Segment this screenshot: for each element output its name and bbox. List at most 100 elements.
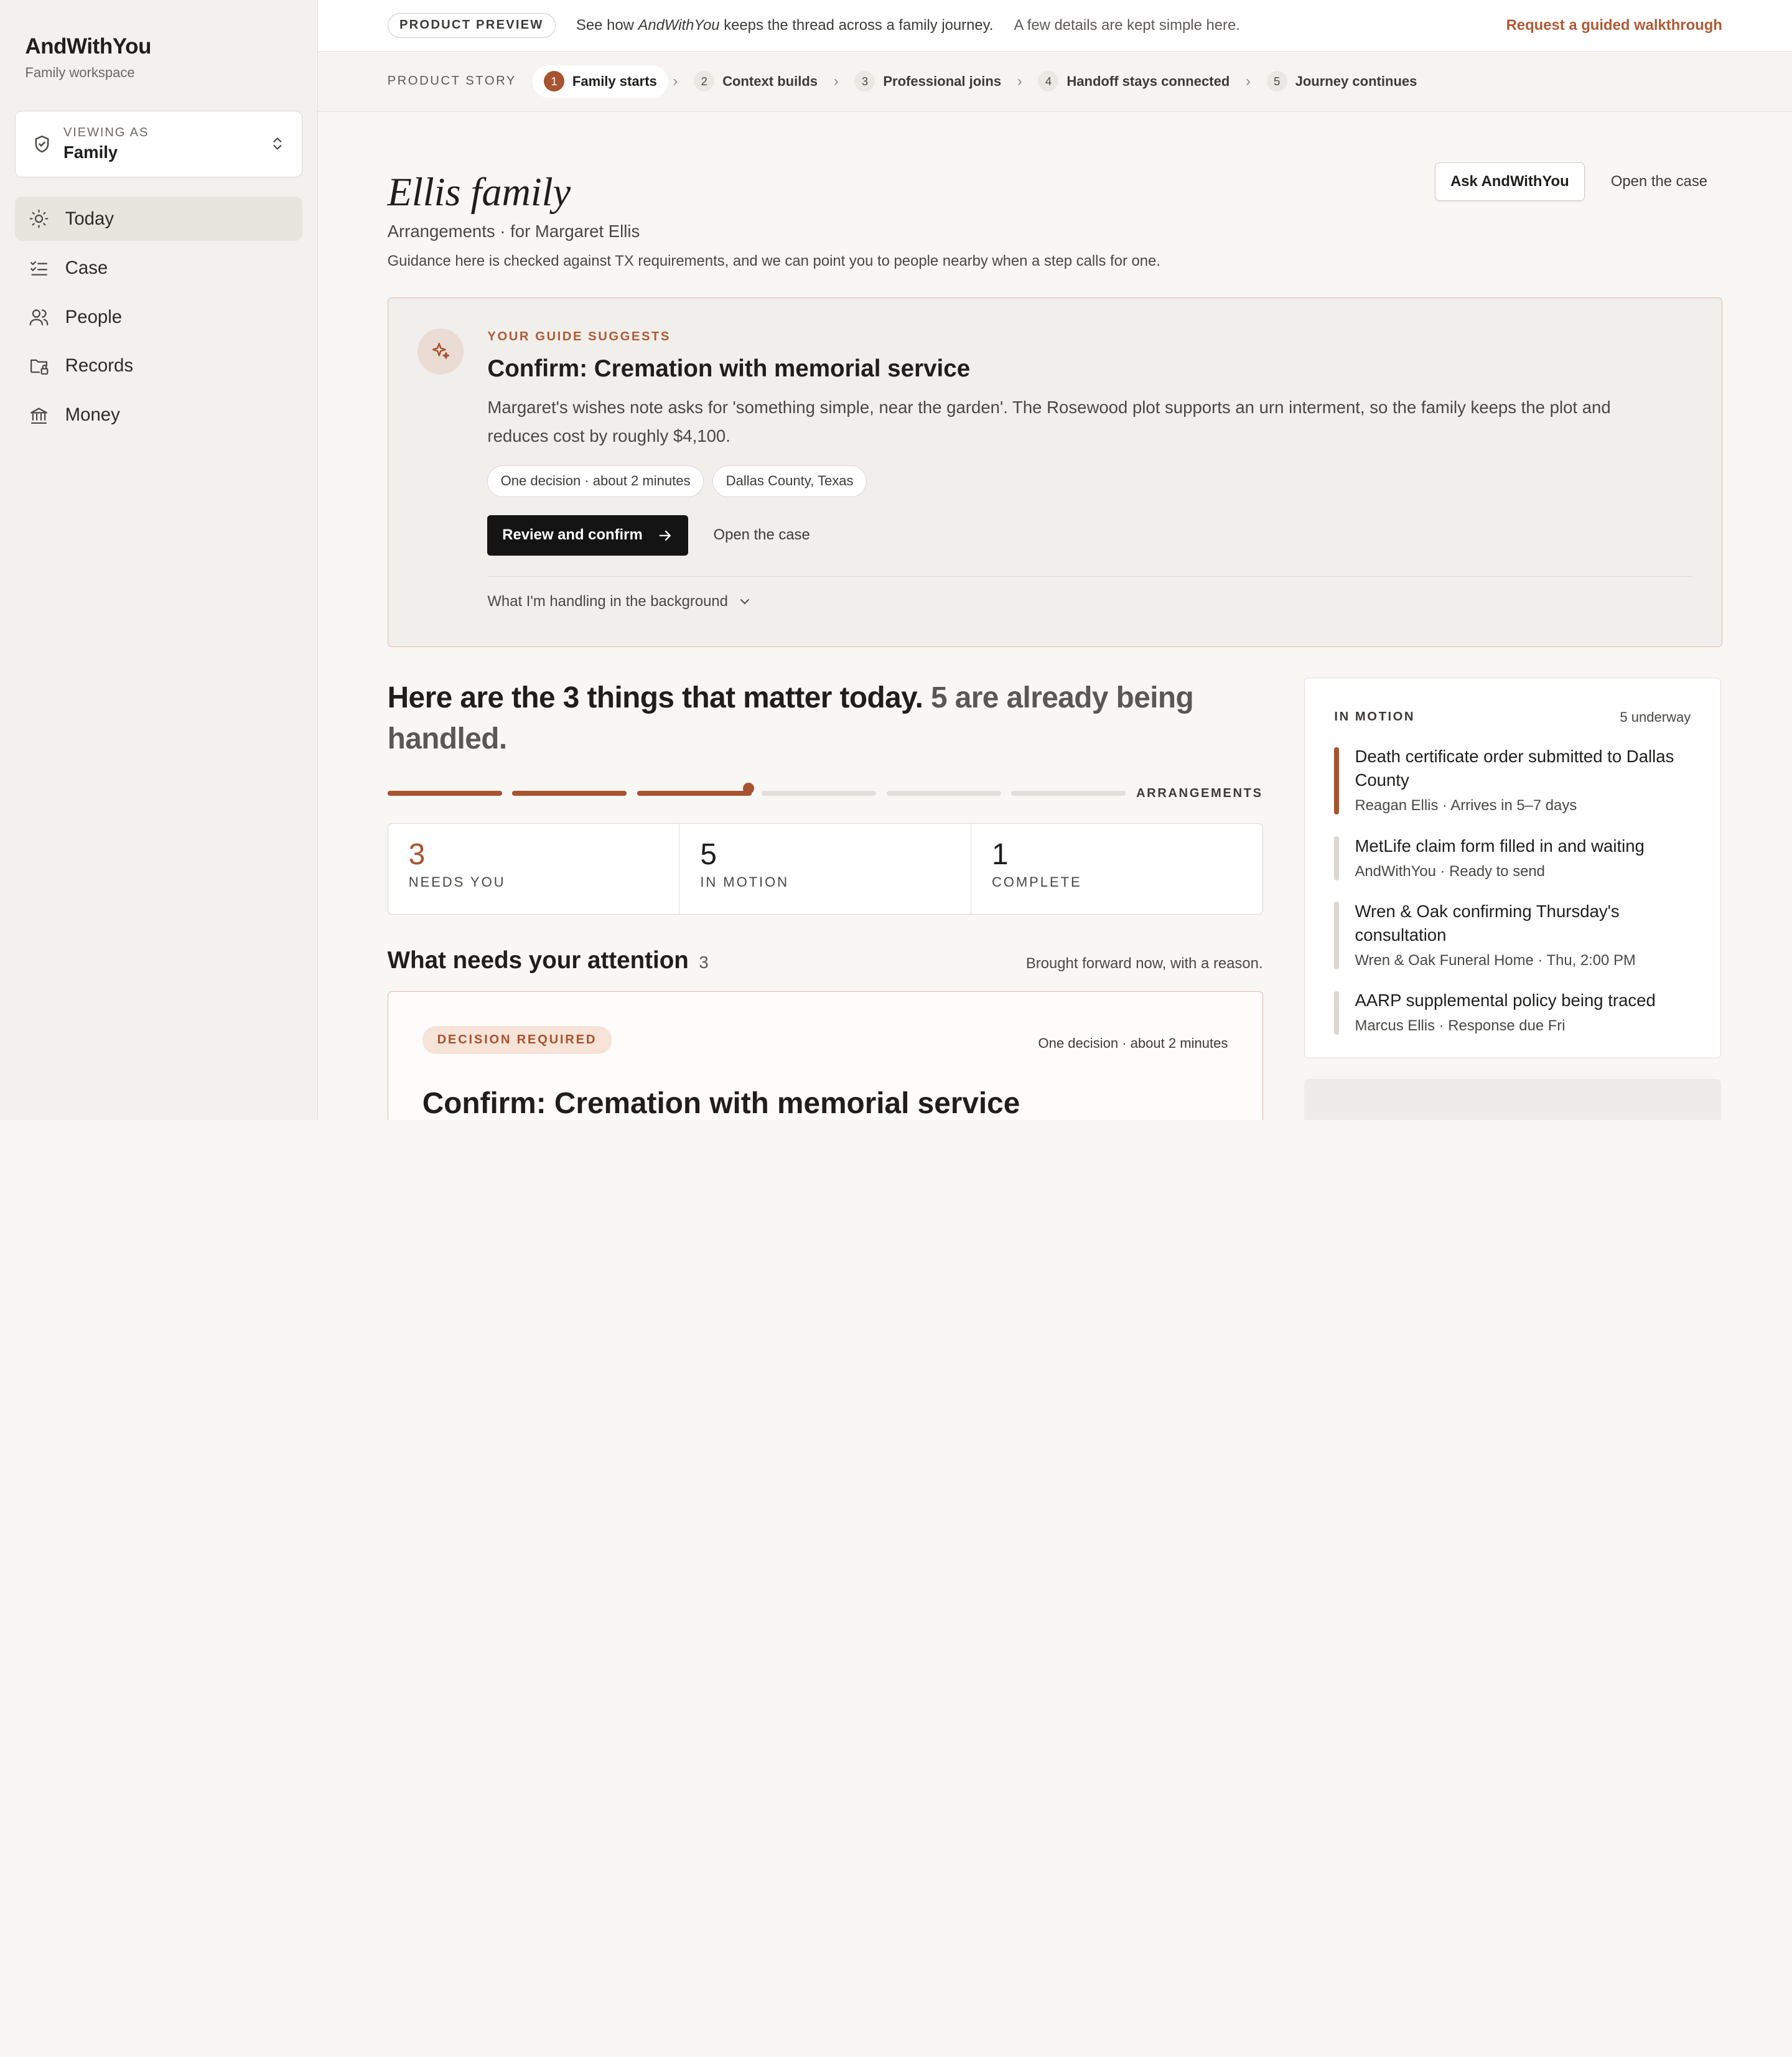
viewing-as-selector[interactable]: VIEWING AS Family xyxy=(14,111,302,177)
sidebar-item-label: Records xyxy=(65,355,134,376)
divider xyxy=(487,576,1692,577)
content: Ellis family Arrangements · for Margaret… xyxy=(318,112,1792,1120)
banner-text-post: keeps the thread across a family journey… xyxy=(719,16,994,34)
product-story-bar: PRODUCT STORY 1 Family starts › 2 Context … xyxy=(317,51,1792,112)
story-step-2[interactable]: 2 Context builds xyxy=(683,65,829,97)
in-motion-item-sub: Wren & Oak Funeral Home · Thu, 2:00 PM xyxy=(1355,952,1636,969)
banner-text-brand: AndWithYou xyxy=(638,16,720,34)
stat-needs-you[interactable]: 3 NEEDS YOU xyxy=(388,824,680,915)
chevron-right-icon: › xyxy=(1246,72,1251,90)
in-motion-item-sub: Reagan Ellis · Arrives in 5–7 days xyxy=(1355,797,1577,814)
brand-name: AndWithYou xyxy=(25,34,152,59)
ask-andwithyou-button[interactable]: Ask AndWithYou xyxy=(1435,162,1585,202)
progress-label: ARRANGEMENTS xyxy=(1136,786,1263,800)
shield-check-icon xyxy=(35,135,49,152)
brand: AndWithYou Family workspace xyxy=(15,34,302,81)
progress-marker xyxy=(742,783,755,795)
step-number: 1 xyxy=(544,71,565,92)
banner-text: See how AndWithYou keeps the thread acro… xyxy=(576,17,993,34)
brand-subtitle: Family workspace xyxy=(25,65,135,81)
in-motion-label: IN MOTION xyxy=(1334,710,1416,724)
header-actions: Ask AndWithYou Open the case xyxy=(1435,162,1722,202)
step-label: Handoff stays connected xyxy=(1066,73,1230,89)
stat-label: IN MOTION xyxy=(700,874,790,890)
decision-required-badge: DECISION REQUIRED xyxy=(422,1026,612,1055)
sidebar-item-case[interactable]: Case xyxy=(15,246,302,291)
sidebar-item-label: People xyxy=(65,306,123,327)
decision-meta: One decision · about 2 minutes xyxy=(1038,1035,1228,1051)
decision-title: Confirm: Cremation with memorial service xyxy=(422,1086,1020,1120)
attention-count: 3 xyxy=(699,952,709,972)
product-story-label: PRODUCT STORY xyxy=(387,74,516,88)
sidebar-item-today[interactable]: Today xyxy=(14,196,302,241)
app: AndWithYou Family workspace VIEWING AS F… xyxy=(0,0,1792,1120)
main: PRODUCT PREVIEW See how AndWithYou keeps… xyxy=(317,0,1792,1120)
viewing-as-label: VIEWING AS xyxy=(63,125,149,139)
in-motion-header: IN MOTION 5 underway xyxy=(1334,709,1691,725)
sidebar-item-records[interactable]: Records xyxy=(15,344,302,389)
stat-complete[interactable]: 1 COMPLETE xyxy=(971,824,1262,914)
today-headline: Here are the 3 things that matter today.… xyxy=(388,678,1263,760)
background-tasks-toggle[interactable]: What I'm handling in the background xyxy=(487,593,1692,610)
step-number: 4 xyxy=(1038,71,1059,92)
location-chip: Dallas County, Texas xyxy=(712,465,867,497)
preview-banner: PRODUCT PREVIEW See how AndWithYou keeps… xyxy=(317,0,1792,52)
step-label: Family starts xyxy=(572,73,657,89)
stat-in-motion[interactable]: 5 IN MOTION xyxy=(679,824,971,915)
guide-title: Confirm: Cremation with memorial service xyxy=(487,355,971,383)
today-headline-main: Here are the 3 things that matter today. xyxy=(387,681,923,715)
in-motion-item[interactable]: Death certificate order submitted to Dal… xyxy=(1334,745,1691,815)
page-subtitle: Arrangements · for Margaret Ellis xyxy=(387,222,640,241)
status-bar xyxy=(1334,836,1339,880)
open-case-button[interactable]: Open the case xyxy=(1596,173,1722,190)
sidebar-item-people[interactable]: People xyxy=(15,295,302,340)
in-motion-item[interactable]: Wren & Oak confirming Thursday's consult… xyxy=(1334,900,1691,970)
attention-note: Brought forward now, with a reason. xyxy=(1025,954,1263,972)
stats-panel: 3 NEEDS YOU 5 IN MOTION 1 COMPLETE xyxy=(387,823,1263,915)
sidebar-item-money[interactable]: Money xyxy=(15,393,302,438)
sun-icon xyxy=(29,209,49,228)
in-motion-item[interactable]: AARP supplemental policy being traced Mar… xyxy=(1334,989,1691,1035)
status-bar xyxy=(1334,747,1339,815)
story-step-4[interactable]: 4 Handoff stays connected xyxy=(1027,65,1241,97)
secondary-panel xyxy=(1304,1079,1722,1120)
attention-title: What needs your attention xyxy=(387,946,689,974)
chevron-down-icon xyxy=(740,599,749,605)
guide-open-case-link[interactable]: Open the case xyxy=(714,526,810,544)
stat-label: NEEDS YOU xyxy=(408,874,506,890)
viewing-as-value: Family xyxy=(63,142,118,162)
story-step-5[interactable]: 5 Journey continues xyxy=(1255,65,1428,97)
review-and-confirm-button[interactable]: Review and confirm xyxy=(487,515,689,556)
chevron-right-icon: › xyxy=(673,72,678,90)
status-bar xyxy=(1334,991,1339,1035)
chevron-up-down-icon xyxy=(273,138,282,150)
step-label: Context builds xyxy=(722,73,818,89)
chevron-right-icon: › xyxy=(833,72,839,90)
status-bar xyxy=(1334,902,1339,970)
progress-segment xyxy=(512,791,627,796)
step-number: 2 xyxy=(694,71,715,92)
sparkle-icon xyxy=(418,329,464,375)
story-step-3[interactable]: 3 Professional joins xyxy=(843,65,1012,97)
in-motion-item-title: Wren & Oak confirming Thursday's consult… xyxy=(1355,901,1620,945)
story-step-1[interactable]: 1 Family starts xyxy=(532,65,669,98)
guide-kicker: YOUR GUIDE SUGGESTS xyxy=(487,329,671,343)
in-motion-item[interactable]: MetLife claim form filled in and waiting… xyxy=(1334,834,1691,880)
page-header: Ellis family Arrangements · for Margaret… xyxy=(388,112,1722,295)
request-walkthrough-link[interactable]: Request a guided walkthrough xyxy=(1506,17,1722,34)
decision-card[interactable]: DECISION REQUIRED One decision · about 2… xyxy=(387,991,1263,1120)
progress-segment xyxy=(1011,791,1126,796)
chevron-right-icon: › xyxy=(1017,72,1022,90)
arrangements-progress: ARRANGEMENTS xyxy=(387,783,1263,801)
banner-muted-text: A few details are kept simple here. xyxy=(1014,16,1240,34)
review-and-confirm-label: Review and confirm xyxy=(502,526,643,544)
stat-number: 3 xyxy=(408,838,426,872)
step-number: 5 xyxy=(1266,71,1287,92)
guide-actions: Review and confirm Open the case xyxy=(487,515,1692,556)
progress-segment xyxy=(637,791,752,796)
stat-number: 1 xyxy=(991,838,1009,872)
guide-chips: One decision · about 2 minutes Dallas Co… xyxy=(487,465,1692,497)
sidebar-nav: Today Case People Records Money xyxy=(14,196,302,438)
progress-segment xyxy=(762,791,877,796)
checklist-icon xyxy=(30,261,47,276)
